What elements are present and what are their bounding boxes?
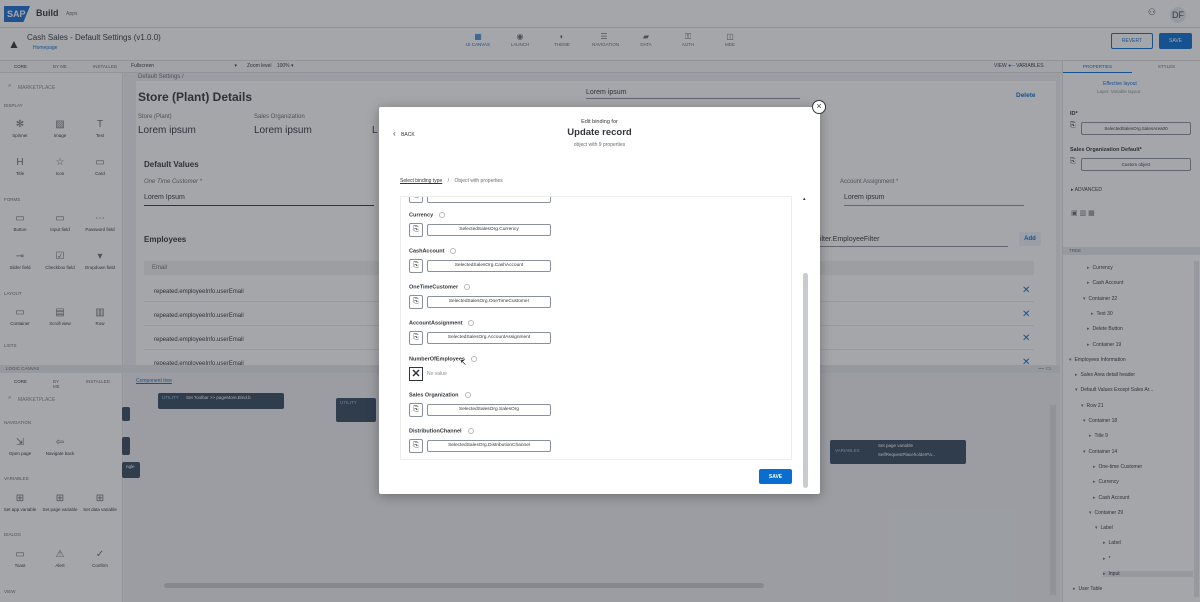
binding-value-field[interactable]: SelectedSalesOrg.AccountAssignment: [427, 332, 551, 344]
property-label: CashAccount: [409, 248, 457, 254]
binding-value-field[interactable]: SelectedSalesOrg.DistributionChannel: [427, 440, 551, 452]
info-icon[interactable]: [439, 212, 446, 218]
binding-value-field[interactable]: SelectedSalesOrg.OneTimeCustomer: [427, 296, 551, 308]
dialog-scrollbar-thumb[interactable]: [803, 273, 808, 488]
dialog-title: Update record: [567, 127, 632, 138]
mouse-cursor-icon: ↖: [460, 358, 467, 367]
bind-button[interactable]: ⎘: [409, 439, 423, 453]
properties-binding-list: ⎘ Currency ⎘ SelectedSalesOrg.Currency Cash…: [400, 196, 792, 460]
property-label: Currency: [409, 212, 446, 218]
property-label: NumberOfEmployees: [409, 356, 477, 362]
bind-button[interactable]: ⎘: [409, 197, 423, 203]
edit-binding-dialog: ‹ BACK Edit binding for Update record ob…: [379, 107, 820, 494]
info-icon[interactable]: [464, 284, 471, 290]
bind-button[interactable]: ⎘: [409, 331, 423, 345]
binding-value-field[interactable]: SelectedSalesOrg.Currency: [427, 224, 551, 236]
info-icon[interactable]: [468, 320, 475, 326]
info-icon[interactable]: [470, 356, 477, 362]
bind-button[interactable]: ⎘: [409, 259, 423, 273]
close-icon[interactable]: ×: [812, 100, 826, 114]
dialog-kicker: Edit binding for: [581, 119, 618, 125]
binding-value-field[interactable]: SelectedSalesOrg.CashAccount: [427, 260, 551, 272]
property-label: OneTimeCustomer: [409, 284, 471, 290]
property-label: Sales Organization: [409, 392, 471, 398]
no-value-button[interactable]: ✕: [409, 367, 423, 381]
info-icon[interactable]: [450, 248, 457, 254]
bind-button[interactable]: ⎘: [409, 223, 423, 237]
property-label: DistributionChannel: [409, 428, 474, 434]
binding-breadcrumb: Select binding type / Object with proper…: [400, 178, 503, 184]
no-value-text: No value: [427, 371, 447, 377]
select-binding-type-link[interactable]: Select binding type: [400, 178, 442, 184]
info-icon[interactable]: [464, 392, 471, 398]
binding-value-field[interactable]: [427, 197, 551, 203]
binding-value-field[interactable]: SelectedSalesOrg.SalesOrg: [427, 404, 551, 416]
bind-button[interactable]: ⎘: [409, 403, 423, 417]
dialog-save-button[interactable]: SAVE: [759, 469, 792, 484]
bind-button[interactable]: ⎘: [409, 295, 423, 309]
property-label: AccountAssignment: [409, 320, 475, 326]
dialog-subtitle: object with 9 properties: [573, 142, 626, 148]
scroll-up-icon[interactable]: ▴: [803, 196, 806, 202]
info-icon[interactable]: [467, 428, 474, 434]
